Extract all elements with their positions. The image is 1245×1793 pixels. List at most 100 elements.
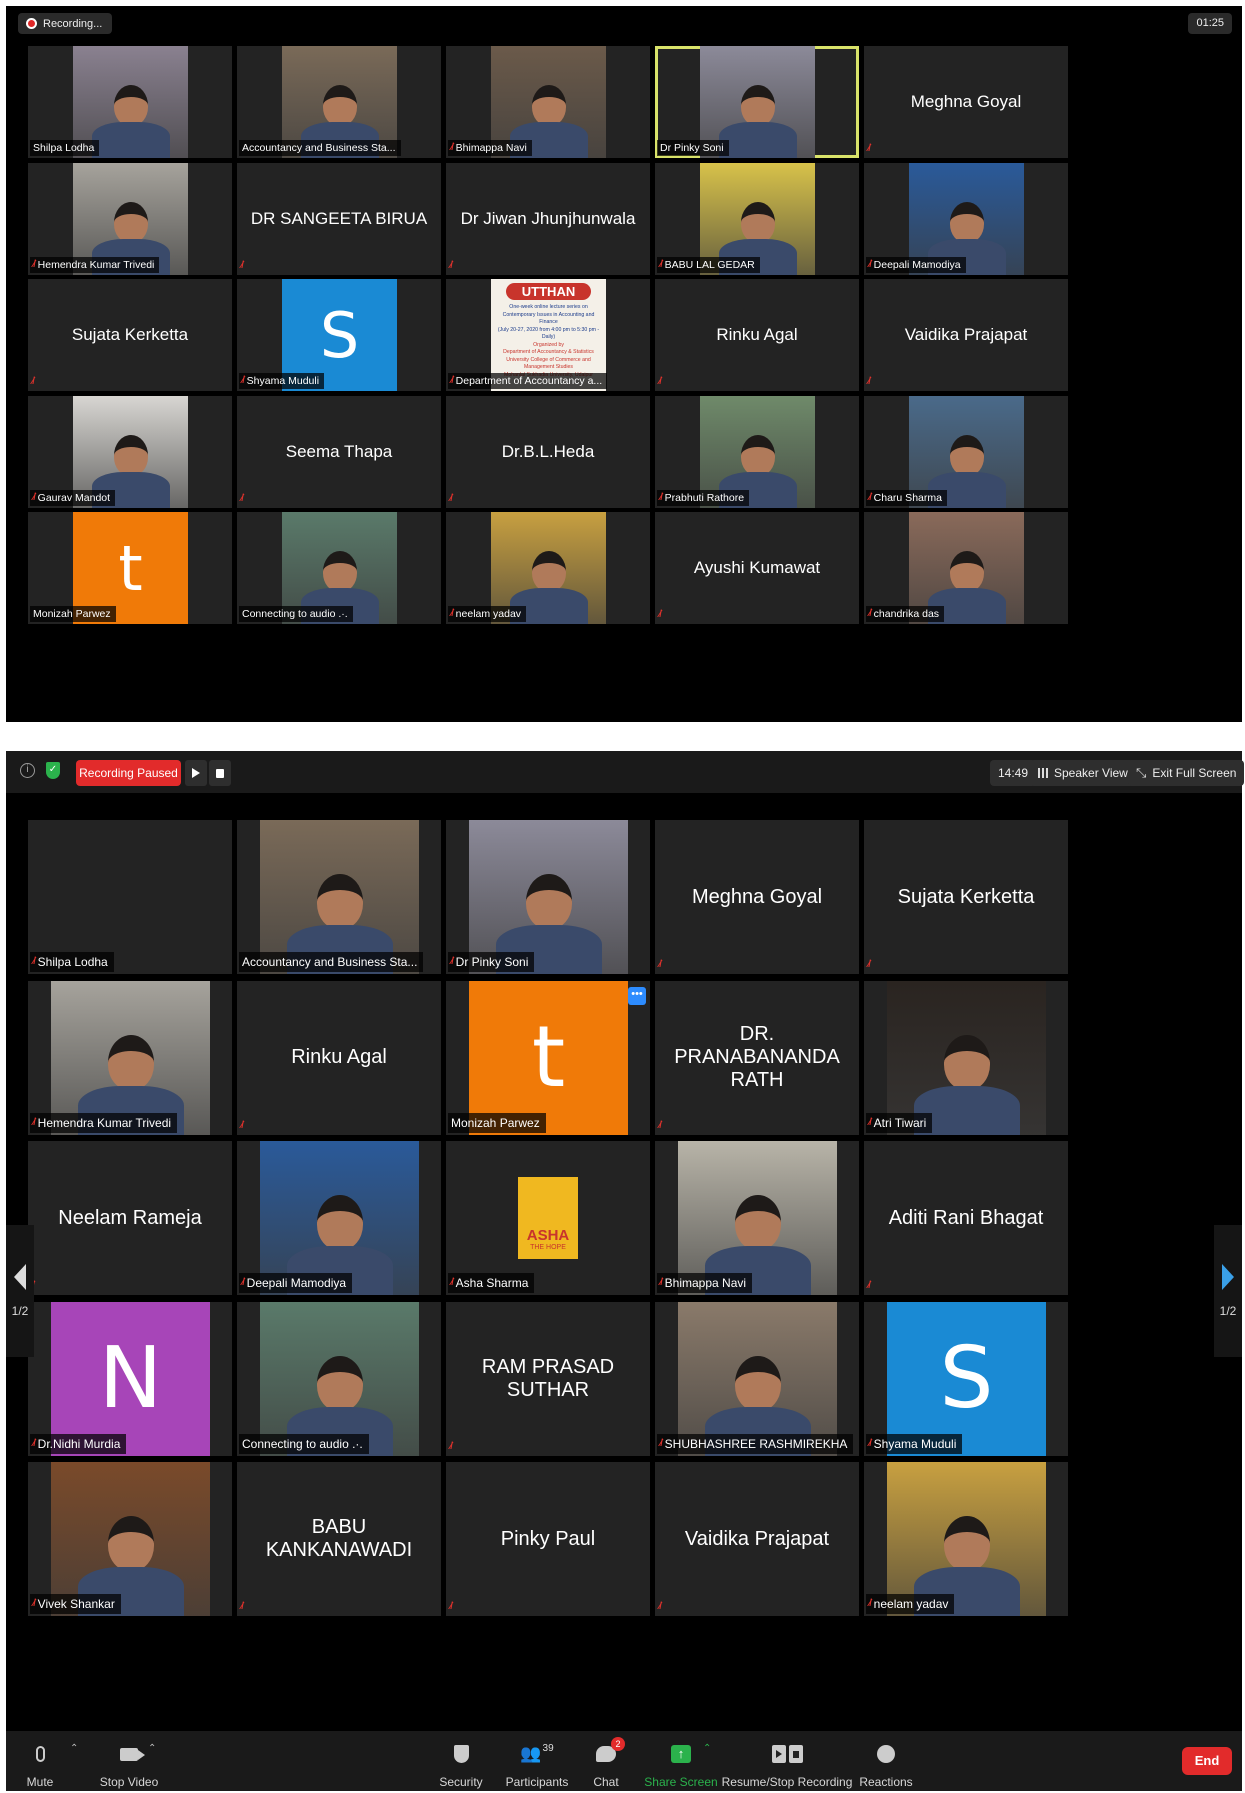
muted-microphone-icon: ⁄̸	[869, 491, 871, 503]
participant-tile[interactable]: RAM PRASAD SUTHAR ⁄̸	[446, 1301, 650, 1456]
participant-tile[interactable]: t Monizah Parwez	[28, 512, 232, 624]
participant-tile[interactable]: ⁄̸ Vivek Shankar	[28, 1462, 232, 1616]
chat-label: Chat	[593, 1775, 619, 1789]
participant-tile[interactable]: Ayushi Kumawat ⁄̸	[655, 512, 859, 624]
participant-tile[interactable]: ⁄̸ Shilpa Lodha	[28, 820, 232, 974]
video-feed	[469, 820, 628, 974]
speaker-view-label: Speaker View	[1054, 766, 1128, 780]
participant-tile[interactable]: Meghna Goyal ⁄̸	[655, 820, 859, 974]
participant-tile[interactable]: ⁄̸ Hemendra Kumar Trivedi	[28, 162, 232, 275]
participant-name-label: ⁄̸ Gaurav Mandot	[30, 489, 116, 506]
participants-label: Participants	[505, 1775, 569, 1789]
participant-tile[interactable]: Meghna Goyal ⁄̸	[864, 46, 1068, 158]
participant-tile[interactable]: UTTHAN One-week online lecture series on C…	[446, 279, 650, 391]
recording-indicator[interactable]: Recording...	[18, 13, 113, 34]
info-icon[interactable]: i	[20, 763, 35, 778]
participant-tile[interactable]: Connecting to audio .·.	[237, 1301, 441, 1456]
participant-tile[interactable]: ⁄̸ Deepali Mamodiya	[864, 162, 1068, 275]
participant-tile[interactable]: Seema Thapa ⁄̸	[237, 395, 441, 508]
participant-tile[interactable]: Sujata Kerketta ⁄̸	[864, 820, 1068, 974]
participant-tile[interactable]: ⁄̸ Bhimappa Navi	[446, 46, 650, 158]
participant-tile[interactable]: Dr.B.L.Heda ⁄̸	[446, 395, 650, 508]
exit-full-screen-label: Exit Full Screen	[1152, 766, 1237, 780]
share-screen-button[interactable]: ↑ Share Screen	[642, 1731, 720, 1791]
participant-tile[interactable]: ⁄̸ Prabhuti Rathore	[655, 395, 859, 508]
page-indicator: 1/2	[11, 1304, 29, 1318]
participant-tile[interactable]: ⁄̸ chandrika das	[864, 512, 1068, 624]
participant-name-label: ⁄̸ SHUBHASHREE RASHMIREKHA	[657, 1433, 853, 1454]
participant-tile[interactable]: Dr Jiwan Jhunjhunwala ⁄̸	[446, 162, 650, 275]
participant-tile[interactable]: ASHA THE HOPE ⁄̸ Asha Sharma	[446, 1141, 650, 1295]
next-page-button[interactable]: 1/2	[1214, 1225, 1242, 1357]
participant-tile[interactable]: Shilpa Lodha	[28, 46, 232, 158]
resume-stop-recording-button[interactable]: Resume/Stop Recording	[722, 1731, 852, 1791]
page-indicator: 1/2	[1219, 1304, 1237, 1318]
muted-microphone-icon: ⁄̸	[659, 1119, 661, 1131]
participant-name-label: ⁄̸ Hemendra Kumar Trivedi	[30, 256, 160, 273]
reactions-button[interactable]: Reactions	[858, 1731, 914, 1791]
participant-name-label: ⁄̸ Asha Sharma	[448, 1273, 535, 1293]
participant-tile[interactable]: ⁄̸ Hemendra Kumar Trivedi	[28, 980, 232, 1135]
video-feed	[678, 1301, 837, 1456]
participant-tile[interactable]: Accountancy and Business Sta...	[237, 46, 441, 158]
participant-tile[interactable]: Aditi Rani Bhagat ⁄̸	[864, 1141, 1068, 1295]
participant-tile[interactable]: S ⁄̸ Shyama Muduli	[237, 279, 441, 391]
label-text: Department of Accountancy a...	[455, 375, 603, 387]
participant-tile[interactable]: Accountancy and Business Sta...	[237, 820, 441, 974]
security-button[interactable]: Security	[436, 1731, 486, 1791]
encryption-shield-icon[interactable]: ✓	[46, 762, 60, 779]
chat-unread-badge: 2	[611, 1737, 625, 1751]
label-text: Dr Pinky Soni	[455, 955, 529, 969]
participant-tile[interactable]: ⁄̸ Charu Sharma	[864, 395, 1068, 508]
participant-tile[interactable]: Vaidika Prajapat ⁄̸	[655, 1462, 859, 1616]
chat-button[interactable]: 2 Chat	[588, 1731, 625, 1791]
stop-video-button[interactable]: Stop Video	[94, 1731, 164, 1791]
participant-name-label: ⁄̸ Dr Pinky Soni	[448, 952, 535, 972]
participant-tile[interactable]: ⁄̸ BABU LAL GEDAR	[655, 162, 859, 275]
participant-tile[interactable]: N ⁄̸ Dr.Nidhi Murdia	[28, 1301, 232, 1456]
share-options-chevron-icon[interactable]: ⌃	[703, 1743, 711, 1754]
mute-button[interactable]: Mute	[26, 1731, 54, 1791]
end-meeting-button[interactable]: End	[1182, 1747, 1232, 1775]
participant-name-label: ⁄̸ Hemendra Kumar Trivedi	[30, 1112, 178, 1133]
resume-recording-button[interactable]	[185, 760, 207, 786]
participant-tile[interactable]: ⁄̸ Deepali Mamodiya	[237, 1141, 441, 1295]
participant-tile[interactable]: Neelam Rameja⁄̸	[28, 1141, 232, 1295]
participants-button[interactable]: 👥 39 Participants	[502, 1731, 572, 1791]
muted-microphone-icon: ⁄̸	[33, 1598, 35, 1609]
participant-tile[interactable]: BABU KANKANAWADI ⁄̸	[237, 1462, 441, 1616]
participant-name: Ayushi Kumawat	[693, 558, 821, 577]
exit-full-screen-button[interactable]: ⤡ Exit Full Screen	[1128, 760, 1245, 786]
participant-tile[interactable]: Sujata Kerketta ⁄̸	[28, 279, 232, 391]
participant-tile[interactable]: Dr Pinky Soni	[655, 46, 859, 158]
participant-tile[interactable]: S ⁄̸ Shyama Muduli	[864, 1301, 1068, 1456]
poster-line: (July 20-27, 2020 from 4:00 pm to 5:30 p…	[497, 326, 600, 341]
stop-recording-button[interactable]	[209, 760, 231, 786]
previous-page-button[interactable]: 1/2	[6, 1225, 34, 1357]
participant-tile[interactable]: ⁄̸ Gaurav Mandot	[28, 395, 232, 508]
audio-options-chevron-icon[interactable]: ⌃	[70, 1743, 78, 1754]
participant-tile[interactable]: Vaidika Prajapat ⁄̸	[864, 279, 1068, 391]
muted-microphone-icon: ⁄̸	[660, 1277, 662, 1288]
participant-tile[interactable]: Pinky Paul ⁄̸	[446, 1462, 650, 1616]
label-text: Atri Tiwari	[873, 1115, 927, 1130]
participant-tile[interactable]: ⁄̸ Atri Tiwari	[864, 980, 1068, 1135]
participant-tile[interactable]: DR SANGEETA BIRUA ⁄̸	[237, 162, 441, 275]
participant-tile[interactable]: Rinku Agal ⁄̸	[655, 279, 859, 391]
participant-name-label: ⁄̸ BABU LAL GEDAR	[657, 256, 760, 273]
share-screen-icon: ↑	[671, 1745, 691, 1763]
muted-microphone-icon: ⁄̸	[241, 1601, 243, 1612]
participant-tile[interactable]: ⁄̸ SHUBHASHREE RASHMIREKHA	[655, 1301, 859, 1456]
participant-tile[interactable]: DR. PRANABANANDA RATH ⁄̸	[655, 980, 859, 1135]
participant-tile[interactable]: ⁄̸ Bhimappa Navi	[655, 1141, 859, 1295]
participant-tile[interactable]: Connecting to audio .·.	[237, 512, 441, 624]
participant-tile[interactable]: Rinku Agal ⁄̸	[237, 980, 441, 1135]
participant-tile[interactable]: ⁄̸ Dr Pinky Soni	[446, 820, 650, 974]
participant-name-label: Connecting to audio .·.	[239, 606, 353, 622]
video-options-chevron-icon[interactable]: ⌃	[148, 1743, 156, 1754]
participant-tile[interactable]: t Monizah Parwez •••	[446, 980, 650, 1135]
speaker-view-button[interactable]: Speaker View	[1030, 760, 1136, 786]
more-options-button[interactable]: •••	[628, 986, 646, 1005]
participant-tile[interactable]: ⁄̸ neelam yadav	[864, 1462, 1068, 1616]
participant-tile[interactable]: ⁄̸ neelam yadav	[446, 512, 650, 624]
